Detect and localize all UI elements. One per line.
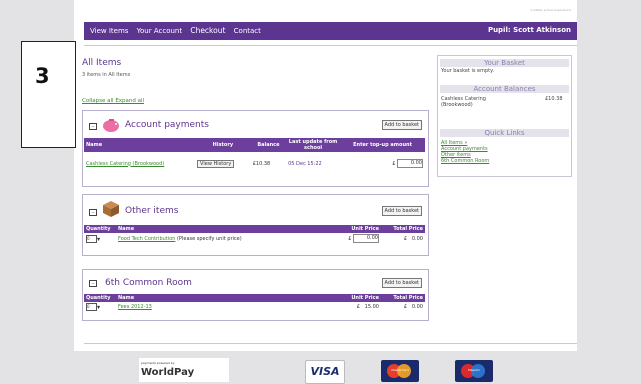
chevron-down-icon[interactable]: ▼ — [97, 236, 100, 241]
col-total-price: Total Price — [381, 225, 425, 233]
col-top-up: Enter top-up amount — [340, 138, 425, 152]
other-items-heading: Other items — [125, 206, 179, 216]
unit-price-value: 15.00 — [364, 304, 379, 310]
quantity-select[interactable]: 0 — [86, 234, 97, 243]
nav-view-items[interactable]: View Items — [90, 27, 128, 35]
currency-symbol: £ — [403, 235, 408, 242]
col-name: Name — [84, 138, 196, 152]
col-unit-price: Unit Price — [337, 294, 381, 302]
currency-symbol: £ — [356, 304, 360, 310]
maestro-logo: Maestro — [455, 360, 493, 382]
quick-links-list: All Items » Account payments Other items… — [441, 140, 489, 164]
view-history-button[interactable]: View History — [197, 159, 235, 168]
col-quantity: Quantity — [84, 294, 116, 302]
basket-title: Your Basket — [440, 59, 569, 67]
table-row: 0 ▼ Fees 2012-13 £ 15.00 £ 0.00 — [84, 302, 425, 312]
other-items-table: Quantity Name Unit Price Total Price 0 ▼ … — [84, 225, 425, 244]
visa-logo: VISA — [305, 360, 345, 384]
col-last-update: Last update from school — [286, 138, 341, 152]
col-name: Name — [116, 294, 337, 302]
add-to-basket-button[interactable]: Add to basket — [381, 120, 422, 130]
col-unit-price: Unit Price — [337, 225, 381, 233]
collapse-toggle-icon[interactable]: − — [89, 209, 97, 216]
mastercard-label: MasterCard — [391, 368, 409, 372]
add-to-basket-button[interactable]: Add to basket — [381, 206, 422, 216]
balance-account-name: Cashless Catering (Brookwood) — [441, 96, 486, 108]
balance-account-value: £10.38 — [545, 96, 563, 102]
nav-your-account[interactable]: Your Account — [137, 27, 182, 35]
quick-link-common-room[interactable]: 6th Common Room — [441, 158, 489, 164]
currency-symbol: £ — [403, 304, 408, 310]
basket-status: Your basket is empty. — [441, 68, 494, 74]
item-link[interactable]: Fees 2012-13 — [118, 304, 152, 310]
sidebar: Your Basket Your basket is empty. Accoun… — [437, 55, 572, 177]
table-row: 0 ▼ Food Tech Contribution (Please specif… — [84, 233, 425, 244]
account-payments-panel: − Account payments Add to basket Name Hi… — [82, 110, 429, 187]
account-payments-table: Name History Balance Last update from sc… — [84, 138, 425, 169]
item-link[interactable]: Cashless Catering (Brookwood) — [86, 161, 164, 167]
balance-value: £10.38 — [252, 160, 271, 167]
collapse-expand-links: Collapse all Expand all — [82, 98, 144, 104]
pupil-name: Pupil: Scott Atkinson — [487, 26, 571, 34]
table-row: Cashless Catering (Brookwood) View Histo… — [84, 158, 425, 169]
page-title: All Items — [82, 58, 122, 68]
balances-title: Account Balances — [440, 85, 569, 93]
expand-all-link[interactable]: Expand all — [115, 98, 144, 104]
maestro-label: Maestro — [467, 368, 480, 372]
currency-symbol: £ — [392, 161, 396, 167]
worldpay-wordmark: WorldPay — [141, 367, 195, 378]
top-up-amount-input[interactable]: 0.00 — [397, 159, 423, 168]
common-room-table: Quantity Name Unit Price Total Price 0 ▼ … — [84, 294, 425, 312]
col-name: Name — [116, 225, 337, 233]
col-balance: Balance — [250, 138, 287, 152]
total-price-value: 0.00 — [411, 235, 423, 242]
collapse-toggle-icon[interactable]: − — [89, 280, 97, 287]
col-total-price: Total Price — [381, 294, 425, 302]
divider — [84, 45, 577, 46]
item-link[interactable]: Food Tech Contribution — [118, 236, 175, 242]
top-nav: View Items Your Account Checkout Contact… — [84, 22, 577, 40]
total-price-value: 0.00 — [411, 304, 423, 310]
quick-links-title: Quick Links — [440, 129, 569, 137]
worldpay-logo: payments powered by WorldPay — [139, 358, 229, 382]
package-icon — [101, 200, 121, 218]
worldpay-tagline: payments powered by — [141, 361, 175, 365]
nav-checkout[interactable]: Checkout — [190, 26, 225, 35]
step-number-badge: 3 — [21, 41, 76, 148]
unit-price-input[interactable]: 0.00 — [353, 234, 379, 243]
add-to-basket-button[interactable]: Add to basket — [381, 278, 422, 288]
payment-logos: payments powered by WorldPay VISA Master… — [0, 358, 641, 384]
mastercard-logo: MasterCard — [381, 360, 419, 382]
collapse-all-link[interactable]: Collapse all — [82, 98, 114, 104]
common-room-panel: − 6th Common Room Add to basket Quantity… — [82, 269, 429, 321]
account-payments-heading: Account payments — [125, 120, 209, 130]
piggy-bank-icon — [101, 117, 121, 133]
last-update-value: 05 Dec 15:22 — [288, 160, 322, 167]
currency-symbol: £ — [348, 236, 352, 242]
collapse-toggle-icon[interactable]: − — [89, 123, 97, 130]
header-tagline: A better school experience — [530, 8, 571, 12]
other-items-panel: − Other items Add to basket Quantity Nam… — [82, 194, 429, 256]
quantity-select[interactable]: 0 — [86, 303, 97, 311]
col-history: History — [195, 138, 251, 152]
item-note: (Please specify unit price) — [177, 235, 242, 242]
chevron-down-icon[interactable]: ▼ — [97, 305, 100, 310]
common-room-heading: 6th Common Room — [105, 278, 192, 288]
nav-contact[interactable]: Contact — [234, 27, 261, 35]
page-subtitle: 3 items in All Items — [82, 72, 131, 78]
col-quantity: Quantity — [84, 225, 116, 233]
divider — [84, 343, 577, 344]
